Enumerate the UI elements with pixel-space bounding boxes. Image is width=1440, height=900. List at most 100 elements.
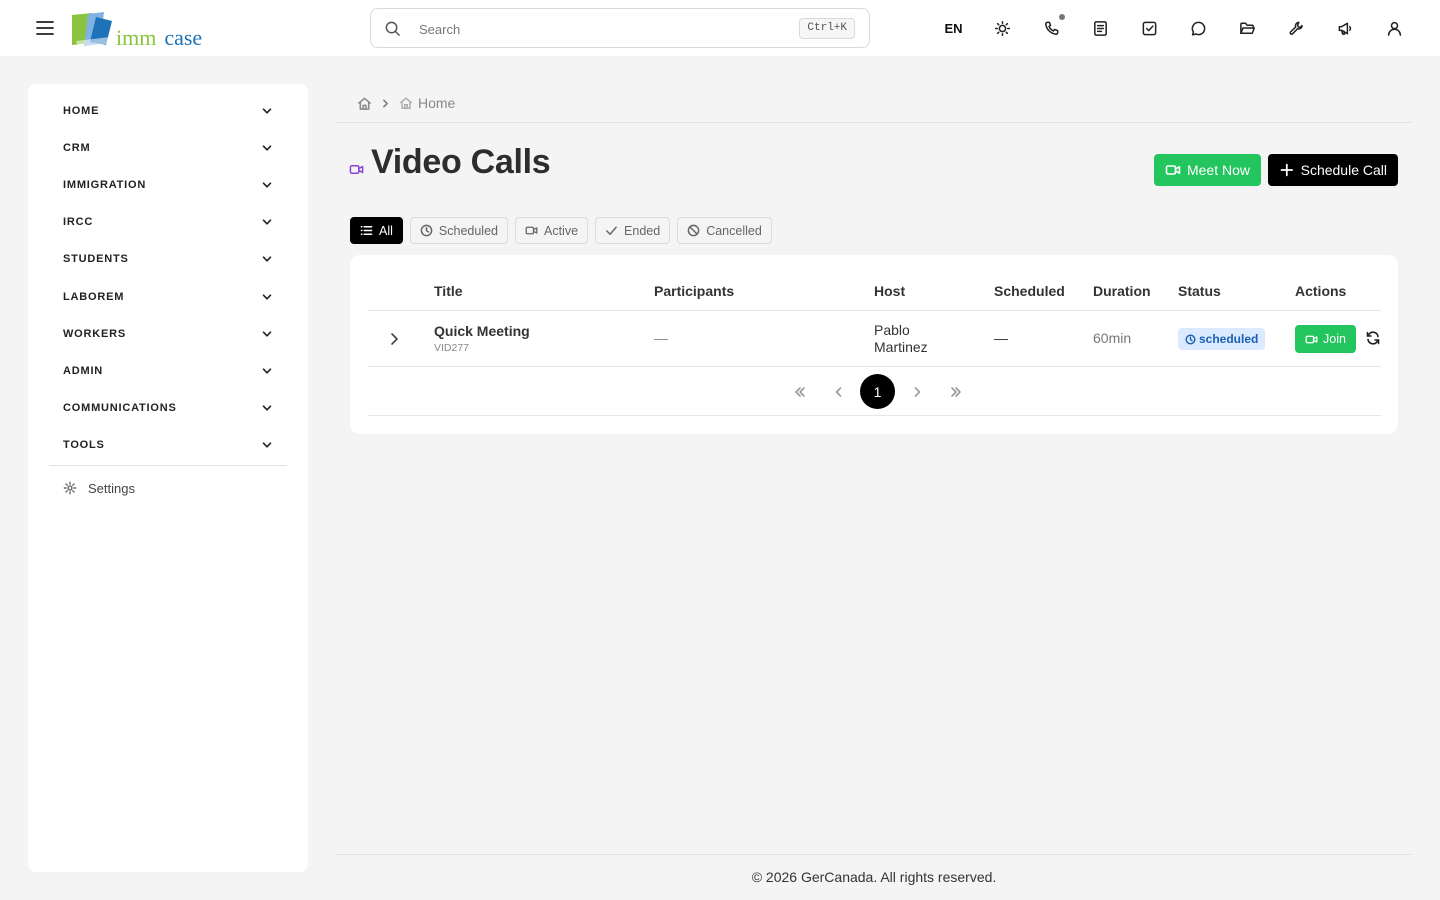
settings-label: Settings <box>88 480 135 496</box>
page-title: Video Calls <box>371 143 551 181</box>
notes-icon <box>1094 20 1107 36</box>
join-label: Join <box>1323 332 1346 346</box>
sidebar-item-tools[interactable]: TOOLS <box>49 427 287 464</box>
refresh-icon[interactable] <box>1365 330 1381 346</box>
menu-icon[interactable] <box>34 17 56 39</box>
chevron-down-icon <box>262 293 272 300</box>
call-id: VID277 <box>434 342 470 354</box>
sidebar-item-communications[interactable]: COMMUNICATIONS <box>49 390 287 427</box>
filter-cancelled[interactable]: Cancelled <box>677 217 772 244</box>
tools-button[interactable] <box>1272 10 1321 46</box>
video-camera-icon <box>1305 335 1318 343</box>
join-button[interactable]: Join <box>1295 325 1356 353</box>
files-button[interactable] <box>1223 10 1272 46</box>
sidebar-divider <box>49 465 287 466</box>
status-badge: scheduled <box>1178 328 1266 350</box>
sidebar-item-label: ADMIN <box>63 364 104 377</box>
column-header-host[interactable]: Host <box>874 283 905 299</box>
clock-icon <box>1185 333 1196 345</box>
search-icon <box>385 21 400 36</box>
folder-icon <box>1240 22 1256 34</box>
sidebar-item-ircc[interactable]: IRCC <box>49 204 287 241</box>
clock-icon <box>420 224 433 237</box>
search-bar[interactable]: Ctrl+K <box>370 8 870 48</box>
sidebar-nav: HOME CRM IMMIGRATION IRCC STUDENTS LABOR… <box>49 92 287 464</box>
next-page-button[interactable] <box>897 375 936 409</box>
notification-dot <box>1059 14 1065 20</box>
sidebar-item-home[interactable]: HOME <box>49 92 287 129</box>
filter-label: All <box>379 223 393 238</box>
header-divider <box>336 122 1412 123</box>
schedule-call-label: Schedule Call <box>1300 162 1387 178</box>
check-icon <box>606 226 617 235</box>
sidebar-item-label: LABOREM <box>63 290 125 303</box>
chevron-right-icon <box>914 386 920 397</box>
meet-now-button[interactable]: Meet Now <box>1154 154 1261 186</box>
schedule-call-button[interactable]: Schedule Call <box>1268 154 1398 186</box>
tasks-button[interactable] <box>1125 10 1174 46</box>
chevron-down-icon <box>262 256 272 262</box>
messages-button[interactable] <box>1174 10 1223 46</box>
logo-text-case: case <box>164 25 203 50</box>
column-header-title[interactable]: Title <box>434 283 463 299</box>
plus-icon <box>1280 163 1294 177</box>
column-header-participants[interactable]: Participants <box>654 283 734 299</box>
sun-icon <box>994 20 1011 36</box>
sidebar-item-immigration[interactable]: IMMIGRATION <box>49 166 287 203</box>
home-icon[interactable] <box>357 96 372 111</box>
column-header-duration[interactable]: Duration <box>1093 283 1151 299</box>
announcements-button[interactable] <box>1321 10 1370 46</box>
column-header-scheduled[interactable]: Scheduled <box>994 283 1065 299</box>
chevron-left-icon <box>835 386 841 397</box>
search-shortcut-badge: Ctrl+K <box>799 18 855 39</box>
profile-button[interactable] <box>1370 10 1419 46</box>
first-page-button[interactable] <box>780 375 819 409</box>
call-title: Quick Meeting <box>434 323 530 339</box>
sidebar-item-label: TOOLS <box>63 439 105 452</box>
video-camera-icon <box>349 165 364 174</box>
sidebar-item-laborem[interactable]: LABOREM <box>49 278 287 315</box>
filter-label: Scheduled <box>438 223 498 238</box>
notes-button[interactable] <box>1076 10 1125 46</box>
pagination: 1 <box>780 374 975 409</box>
sidebar: HOME CRM IMMIGRATION IRCC STUDENTS LABOR… <box>28 84 308 872</box>
page-number-current[interactable]: 1 <box>860 374 895 409</box>
sidebar-item-workers[interactable]: WORKERS <box>49 315 287 352</box>
chevron-down-icon <box>262 442 272 448</box>
chevrons-right-icon <box>950 386 961 397</box>
sidebar-item-crm[interactable]: CRM <box>49 129 287 166</box>
phone-button[interactable] <box>1027 10 1076 46</box>
sidebar-item-settings[interactable]: Settings <box>63 478 135 498</box>
last-page-button[interactable] <box>936 375 975 409</box>
top-bar: immcase Ctrl+K EN <box>0 0 1440 56</box>
megaphone-icon <box>1338 22 1352 35</box>
column-header-actions: Actions <box>1295 283 1347 299</box>
meet-now-label: Meet Now <box>1186 162 1250 178</box>
filter-label: Active <box>543 223 579 238</box>
language-button[interactable]: EN <box>929 10 978 46</box>
filter-scheduled[interactable]: Scheduled <box>409 217 508 244</box>
gear-icon <box>63 481 77 495</box>
column-header-status[interactable]: Status <box>1178 283 1221 299</box>
sidebar-item-admin[interactable]: ADMIN <box>49 352 287 389</box>
filter-ended[interactable]: Ended <box>595 217 671 244</box>
search-input[interactable] <box>419 18 779 40</box>
logo-text: imm case <box>116 25 202 51</box>
duration-cell: 60min <box>1093 330 1132 346</box>
logo[interactable]: imm case <box>70 11 220 50</box>
phone-icon <box>1044 21 1059 35</box>
logo-mark-icon <box>72 12 112 46</box>
chevron-right-icon[interactable] <box>386 331 402 347</box>
wrench-icon <box>1289 21 1303 35</box>
filter-all[interactable]: All <box>350 217 403 244</box>
chevron-down-icon <box>262 145 272 151</box>
sidebar-item-label: IRCC <box>63 216 94 229</box>
sidebar-item-students[interactable]: STUDENTS <box>49 241 287 278</box>
footer-divider <box>336 854 1412 855</box>
video-camera-icon <box>525 226 538 235</box>
chevron-down-icon <box>262 182 272 188</box>
previous-page-button[interactable] <box>819 375 858 409</box>
theme-toggle-button[interactable] <box>978 10 1027 46</box>
participants-cell: — <box>654 330 668 346</box>
filter-active[interactable]: Active <box>514 217 589 244</box>
